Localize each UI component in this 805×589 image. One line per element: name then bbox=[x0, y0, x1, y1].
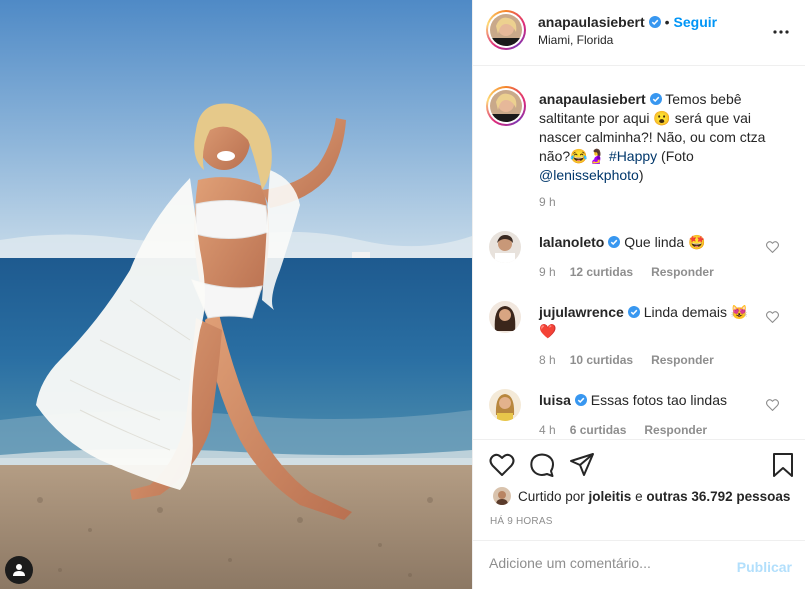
caption-hashtag[interactable]: #Happy bbox=[609, 148, 657, 164]
post-header: anapaulasiebert • Seguir Miami, Florida bbox=[473, 0, 805, 66]
avatar-image bbox=[489, 301, 521, 333]
tagged-users-button[interactable] bbox=[5, 556, 33, 584]
author-avatar[interactable] bbox=[486, 10, 526, 50]
commenter-avatar[interactable] bbox=[489, 389, 521, 421]
caption-text: anapaulasiebert Temos bebê saltitante po… bbox=[539, 90, 779, 185]
reply-button[interactable]: Responder bbox=[651, 353, 714, 367]
comment-input[interactable] bbox=[489, 555, 729, 571]
post-location[interactable]: Miami, Florida bbox=[538, 33, 613, 47]
beach-photo-illustration bbox=[0, 0, 472, 589]
comment-like-heart-icon[interactable] bbox=[766, 241, 779, 253]
liker-avatar[interactable] bbox=[493, 487, 511, 505]
caption-author-avatar[interactable] bbox=[486, 86, 526, 126]
reply-button[interactable]: Responder bbox=[644, 423, 707, 437]
comment-likes-button[interactable]: 12 curtidas bbox=[570, 265, 633, 279]
post-side-panel: anapaulasiebert • Seguir Miami, Florida bbox=[472, 0, 805, 589]
person-icon bbox=[13, 564, 25, 576]
liked-by-row: Curtido por joleitis e outras 36.792 pes… bbox=[473, 485, 805, 507]
more-horizontal-icon bbox=[773, 30, 789, 34]
comment-like-heart-icon[interactable] bbox=[766, 311, 779, 323]
add-comment-bar: Publicar bbox=[473, 540, 805, 589]
liked-by-middle: e bbox=[631, 488, 647, 504]
comment-icon[interactable] bbox=[529, 452, 555, 478]
avatar-image bbox=[490, 14, 522, 46]
caption-timestamp: 9 h bbox=[539, 195, 556, 209]
share-icon[interactable] bbox=[569, 452, 595, 478]
comment-body: Essas fotos tao lindas bbox=[590, 392, 727, 408]
comment-username[interactable]: lalanoleto bbox=[539, 234, 604, 250]
comment-username[interactable]: jujulawrence bbox=[539, 304, 624, 320]
comment-text: lalanoleto Que linda 🤩 bbox=[539, 233, 769, 252]
more-options-button[interactable] bbox=[770, 22, 792, 42]
publish-button[interactable]: Publicar bbox=[737, 559, 792, 575]
verified-badge-icon bbox=[627, 306, 640, 318]
comment-meta: 8 h 10 curtidas Responder bbox=[539, 353, 714, 367]
comment-body: Que linda 🤩 bbox=[624, 234, 706, 250]
avatar-image bbox=[489, 231, 521, 263]
caption-text-after: (Foto bbox=[657, 148, 694, 164]
commenter-avatar[interactable] bbox=[489, 231, 521, 263]
commenter-avatar[interactable] bbox=[489, 301, 521, 333]
caption-close: ) bbox=[638, 167, 644, 183]
caption-mention[interactable]: @lenissekphoto bbox=[539, 167, 639, 183]
post-action-bar bbox=[473, 439, 805, 489]
comment-meta: 9 h 12 curtidas Responder bbox=[539, 265, 714, 279]
separator-dot: • bbox=[664, 14, 670, 30]
comment-time: 8 h bbox=[539, 353, 556, 367]
avatar-image bbox=[490, 90, 522, 122]
liked-by-user[interactable]: joleitis bbox=[589, 489, 632, 504]
verified-badge-icon bbox=[649, 93, 662, 105]
comment-likes-button[interactable]: 6 curtidas bbox=[570, 423, 627, 437]
post-photo[interactable] bbox=[0, 0, 472, 589]
avatar-image bbox=[489, 389, 521, 421]
comment-username[interactable]: luisa bbox=[539, 392, 571, 408]
verified-badge-icon bbox=[608, 236, 621, 248]
comment-time: 4 h bbox=[539, 423, 556, 437]
instagram-post-modal: anapaulasiebert • Seguir Miami, Florida bbox=[0, 0, 805, 589]
follow-button[interactable]: Seguir bbox=[674, 14, 718, 30]
caption-username[interactable]: anapaulasiebert bbox=[539, 91, 646, 107]
comment-meta: 4 h 6 curtidas Responder bbox=[539, 423, 707, 437]
comment-text: jujulawrence Linda demais 😻 ❤️ bbox=[539, 303, 769, 341]
comments-list[interactable]: anapaulasiebert Temos bebê saltitante po… bbox=[473, 67, 805, 439]
liked-by-text: Curtido por joleitis e outras 36.792 pes… bbox=[518, 489, 790, 504]
comment-like-heart-icon[interactable] bbox=[766, 399, 779, 411]
bookmark-icon[interactable] bbox=[770, 452, 796, 478]
heart-icon[interactable] bbox=[489, 452, 515, 478]
author-username[interactable]: anapaulasiebert bbox=[538, 14, 645, 30]
verified-badge-icon bbox=[574, 394, 587, 406]
comment-time: 9 h bbox=[539, 265, 556, 279]
reply-button[interactable]: Responder bbox=[651, 265, 714, 279]
liked-by-others[interactable]: outras 36.792 pessoas bbox=[646, 489, 790, 504]
comment-likes-button[interactable]: 10 curtidas bbox=[570, 353, 633, 367]
verified-badge-icon bbox=[648, 16, 661, 28]
avatar-image bbox=[493, 487, 511, 505]
liked-by-prefix: Curtido por bbox=[518, 488, 589, 504]
comment-text: luisa Essas fotos tao lindas bbox=[539, 391, 769, 410]
post-timestamp[interactable]: HÁ 9 HORAS bbox=[490, 516, 553, 527]
